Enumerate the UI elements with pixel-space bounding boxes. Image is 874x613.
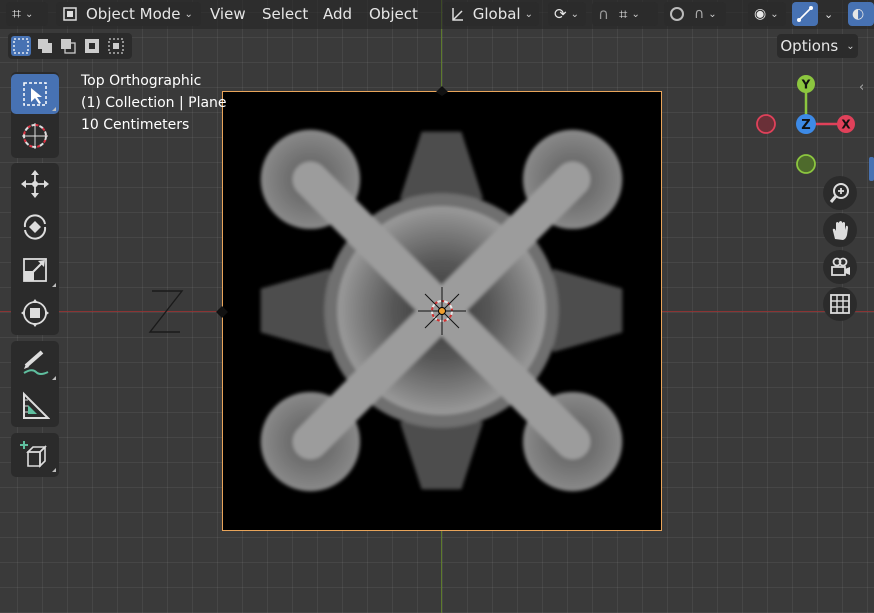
annotate-pencil-icon (23, 350, 49, 375)
proportional-edit-icon[interactable] (670, 7, 684, 21)
select-extend-button[interactable] (35, 36, 55, 56)
gizmo-icon (797, 6, 813, 22)
select-box-tool[interactable] (11, 74, 59, 114)
snap-magnet-icon[interactable]: ∩ (598, 5, 609, 23)
select-subtract-icon (61, 39, 76, 54)
select-extend-icon (38, 39, 52, 53)
select-box-icon (23, 82, 47, 106)
measure-tool[interactable] (11, 386, 59, 426)
sidebar-tab-indicator[interactable] (869, 157, 874, 181)
select-intersect-button[interactable] (106, 36, 126, 56)
top-edge-handle (436, 86, 448, 96)
zoom-magnifier-icon (829, 183, 849, 203)
options-dropdown[interactable]: Options ⌄ (777, 34, 858, 58)
overlays-icon: ◐ (852, 6, 865, 22)
gizmo-y-label: Y (801, 78, 811, 92)
toolbar-add-group (11, 433, 59, 477)
perspective-toggle-button[interactable] (823, 287, 857, 321)
move-icon (21, 170, 49, 198)
select-new-button[interactable] (11, 36, 31, 56)
grid-editor-icon: ⌗ (12, 4, 22, 23)
snapping-controls[interactable]: ∩ ⌗ ⌄ (592, 2, 658, 26)
view-name-label: Top Orthographic (81, 73, 202, 89)
ortho-grid-icon (830, 294, 850, 314)
cursor-tool-icon (22, 123, 48, 149)
move-tool[interactable] (11, 164, 59, 204)
mode-dropdown[interactable]: Object Mode ⌄ (56, 2, 201, 26)
gizmo-toggle[interactable] (792, 2, 818, 26)
z-axis-glyph (148, 290, 184, 333)
editor-type-button[interactable]: ⌗ ⌄ (6, 2, 48, 26)
scale-icon (23, 258, 47, 282)
gizmo-dropdown-chevron-icon[interactable]: ⌄ (824, 2, 833, 26)
proportional-editing-controls[interactable]: ∩ ⌄ (664, 2, 726, 26)
left-edge-handle (216, 306, 228, 318)
tool-variant-corner-icon (52, 283, 56, 287)
transform-orientation-dropdown[interactable]: Global ⌄ (443, 2, 539, 26)
pivot-icon: ⟳ (554, 5, 567, 23)
collection-info-label: (1) Collection | Plane (81, 95, 227, 111)
overlays-toggle[interactable]: ◐ (848, 2, 874, 26)
select-menu[interactable]: Select (262, 2, 308, 26)
object-menu[interactable]: Object (369, 2, 418, 26)
gizmo-z-label: Z (801, 118, 810, 133)
measure-ruler-icon (23, 391, 50, 419)
orientation-label: Global (472, 5, 521, 23)
toolbar-annotate-group (11, 341, 59, 427)
tool-variant-corner-icon (52, 376, 56, 380)
scale-tool[interactable] (11, 250, 59, 290)
eye-icon: ◉ (754, 6, 767, 22)
add-cube-icon (20, 441, 47, 468)
negative-x-axis-icon[interactable] (756, 114, 776, 134)
hand-pan-icon (832, 221, 848, 240)
rotate-tool[interactable] (11, 207, 59, 247)
options-label: Options (780, 37, 839, 55)
sidebar-toggle-icon[interactable]: ‹ (859, 80, 864, 95)
zoom-button[interactable] (823, 176, 857, 210)
3d-cursor-icon[interactable] (416, 285, 468, 337)
camera-view-button[interactable] (823, 250, 857, 284)
transform-tool[interactable] (11, 293, 59, 333)
transform-icon (21, 299, 49, 327)
select-intersect-icon (108, 38, 124, 54)
gizmo-x-label: X (841, 118, 851, 132)
annotate-tool[interactable] (11, 343, 59, 383)
rotate-icon (23, 214, 47, 240)
select-invert-button[interactable] (82, 36, 102, 56)
grid-scale-label: 10 Centimeters (81, 117, 190, 133)
viewport-header: ⌗ ⌄ Object Mode ⌄ View Select Add Object … (0, 0, 874, 29)
tool-variant-corner-icon (52, 468, 56, 472)
camera-icon (831, 257, 850, 276)
snap-increment-icon[interactable]: ⌗ (619, 5, 627, 23)
visibility-dropdown[interactable]: ◉ ⌄ (748, 2, 786, 26)
mode-label: Object Mode (86, 5, 181, 23)
select-invert-icon (85, 39, 99, 53)
cursor-tool[interactable] (11, 116, 59, 156)
view-menu[interactable]: View (210, 2, 246, 26)
orientation-axes-icon (452, 8, 463, 21)
object-mode-icon (63, 7, 77, 21)
select-new-icon (13, 38, 29, 54)
toolbar-select-group (11, 72, 59, 158)
selection-mode-bar (8, 33, 132, 59)
tool-variant-corner-icon (52, 107, 56, 111)
falloff-curve-icon[interactable]: ∩ (694, 6, 704, 22)
navigation-gizmo[interactable]: Y Z X (752, 72, 862, 178)
add-menu[interactable]: Add (323, 2, 352, 26)
negative-y-axis-icon[interactable] (796, 154, 816, 174)
pan-button[interactable] (823, 213, 857, 247)
add-cube-tool[interactable] (11, 435, 59, 475)
pivot-point-dropdown[interactable]: ⟳ ⌄ (548, 2, 586, 26)
select-subtract-button[interactable] (58, 36, 78, 56)
toolbar-transform-group (11, 163, 59, 335)
